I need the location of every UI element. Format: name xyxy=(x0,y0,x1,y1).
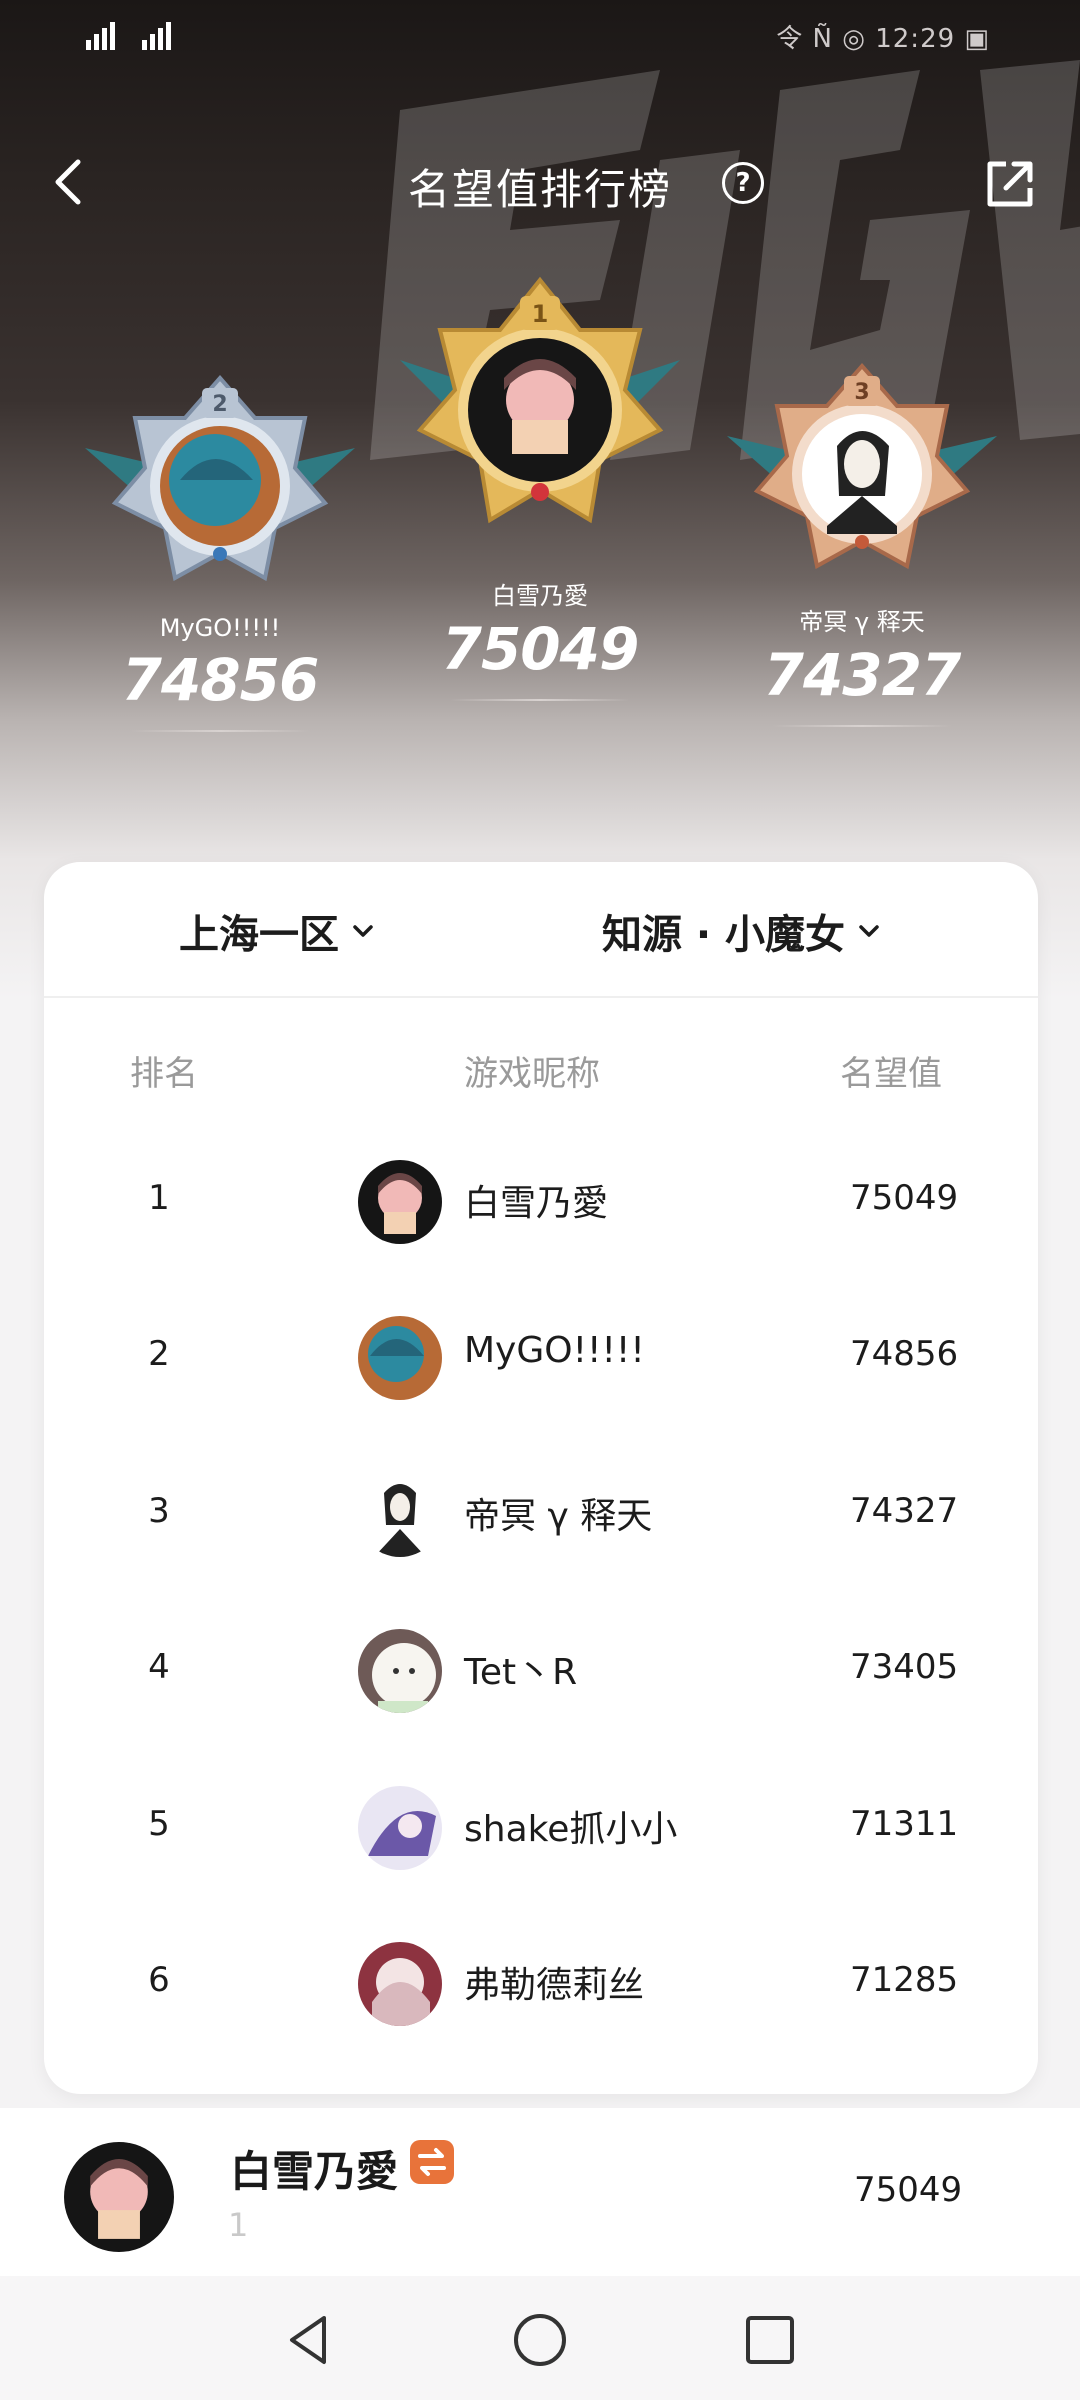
bronze-medal-badge: 3 xyxy=(717,356,1007,596)
signal-icon xyxy=(86,22,171,50)
avatar-image xyxy=(358,1160,442,1244)
row-rank: 3 xyxy=(148,1491,170,1531)
row-value: 74327 xyxy=(850,1491,959,1531)
gold-medal-badge: 1 xyxy=(380,270,700,570)
swap-arrows-icon xyxy=(418,2148,446,2176)
filter-bar: 上海一区 知源 · 小魔女 xyxy=(44,862,1038,998)
chevron-down-icon xyxy=(353,925,373,937)
status-right: 令 Ñ ◎ 12:29 ▣ xyxy=(776,24,990,54)
nav-back-button[interactable] xyxy=(280,2310,340,2370)
avatar xyxy=(358,1160,442,1244)
signal-indicators xyxy=(86,18,196,52)
my-rank-bar[interactable]: 白雪乃愛 1 75049 xyxy=(0,2108,1080,2276)
role-filter[interactable]: 知源 · 小魔女 xyxy=(602,902,881,960)
row-value: 73405 xyxy=(850,1647,959,1687)
my-name: 白雪乃愛 xyxy=(230,2147,399,2196)
row-rank: 4 xyxy=(148,1647,170,1687)
gold-medal-icon: 1 xyxy=(400,276,680,524)
row-value: 71311 xyxy=(850,1804,959,1844)
avatar xyxy=(358,1786,442,1870)
podium-underline xyxy=(772,725,952,727)
row-nickname: MyGO!!!!! xyxy=(464,1330,645,1371)
share-icon xyxy=(987,161,1033,207)
table-row[interactable]: 6 弗勒德莉丝 71285 xyxy=(44,1924,1038,2044)
avatar xyxy=(64,2142,174,2252)
row-rank: 6 xyxy=(148,1960,170,2000)
svg-text:1: 1 xyxy=(532,300,549,328)
avatar-image xyxy=(358,1316,442,1400)
server-filter[interactable]: 上海一区 xyxy=(179,902,375,960)
svg-text:3: 3 xyxy=(854,380,869,405)
ranking-card: 上海一区 知源 · 小魔女 排名 游戏昵称 名望值 1 白雪乃愛 75049 2 xyxy=(44,862,1038,2094)
switch-icon xyxy=(410,2140,454,2184)
table-row[interactable]: 2 MyGO!!!!! 74856 xyxy=(44,1298,1038,1418)
row-nickname: shake抓小小 xyxy=(464,1809,678,1850)
podium-score: 74856 xyxy=(121,646,320,714)
my-rank: 1 xyxy=(228,2206,249,2244)
server-filter-label: 上海一区 xyxy=(179,912,339,958)
svg-text:2: 2 xyxy=(212,392,227,417)
row-value: 74856 xyxy=(850,1334,959,1374)
podium-name: MyGO!!!!! xyxy=(159,614,281,642)
podium-third[interactable]: 3 帝冥 γ 释天 74327 xyxy=(702,356,1022,727)
table-row[interactable]: 3 帝冥 γ 释天 74327 xyxy=(44,1455,1038,1575)
avatar-image xyxy=(358,1473,442,1557)
silver-medal-badge: 2 xyxy=(75,368,365,608)
circle-home-icon xyxy=(514,2314,566,2366)
column-header-value: 名望值 xyxy=(840,1054,942,1094)
podium-name: 白雪乃愛 xyxy=(492,582,588,610)
my-value: 75049 xyxy=(854,2170,963,2210)
silver-medal-icon: 2 xyxy=(85,374,355,582)
avatar xyxy=(358,1942,442,2026)
column-header-nickname: 游戏昵称 xyxy=(464,1054,600,1094)
avatar-image xyxy=(358,1942,442,2026)
podium-underline xyxy=(450,699,630,701)
podium-name: 帝冥 γ 释天 xyxy=(799,608,925,636)
podium-second[interactable]: 2 MyGO!!!!! 74856 xyxy=(60,368,380,732)
avatar xyxy=(358,1473,442,1557)
row-nickname: 弗勒德莉丝 xyxy=(464,1965,645,2006)
square-recents-icon xyxy=(746,2316,794,2364)
share-button[interactable] xyxy=(984,158,1036,210)
avatar xyxy=(358,1629,442,1713)
table-row[interactable]: 5 shake抓小小 71311 xyxy=(44,1768,1038,1888)
avatar-image xyxy=(358,1786,442,1870)
avatar-image xyxy=(358,1629,442,1713)
row-rank: 5 xyxy=(148,1804,170,1844)
table-row[interactable]: 1 白雪乃愛 75049 xyxy=(44,1142,1038,1262)
row-nickname: 帝冥 γ 释天 xyxy=(464,1496,653,1537)
nav-home-button[interactable] xyxy=(510,2310,570,2370)
chevron-down-icon xyxy=(859,925,879,937)
status-bar: 令 Ñ ◎ 12:29 ▣ xyxy=(0,0,1080,76)
podium-first[interactable]: 1 白雪乃愛 75049 xyxy=(380,270,700,701)
table-row[interactable]: 4 Tet丶R 73405 xyxy=(44,1611,1038,1731)
row-nickname: 白雪乃愛 xyxy=(464,1183,609,1224)
podium-underline xyxy=(130,730,310,732)
avatar-image xyxy=(64,2142,174,2252)
row-nickname: Tet丶R xyxy=(464,1652,578,1693)
column-header-rank: 排名 xyxy=(130,1054,198,1094)
avatar xyxy=(358,1316,442,1400)
podium-score: 74327 xyxy=(763,641,962,709)
header: 名望值排行榜 ? xyxy=(0,130,1080,240)
help-button[interactable]: ? xyxy=(722,162,764,204)
bronze-medal-icon: 3 xyxy=(727,362,997,570)
role-filter-label: 知源 · 小魔女 xyxy=(602,912,846,958)
podium-score: 75049 xyxy=(441,615,640,683)
page-title: 名望值排行榜 xyxy=(407,165,672,214)
row-rank: 2 xyxy=(148,1334,170,1374)
nav-recents-button[interactable] xyxy=(740,2310,800,2370)
row-value: 71285 xyxy=(850,1960,959,2000)
triangle-back-icon xyxy=(290,2316,326,2364)
system-nav-bar xyxy=(0,2276,1080,2400)
row-value: 75049 xyxy=(850,1178,959,1218)
row-rank: 1 xyxy=(148,1178,170,1218)
